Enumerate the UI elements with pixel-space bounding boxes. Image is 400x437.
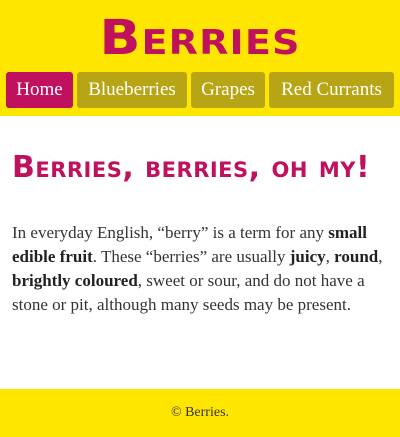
nav-item-blueberries[interactable]: Blueberries bbox=[77, 72, 187, 108]
intro-text: In everyday English, “berry” is a term f… bbox=[12, 223, 329, 242]
intro-text: . These “berries” are usually bbox=[92, 247, 290, 266]
nav-item-grapes[interactable]: Grapes bbox=[191, 72, 265, 108]
intro-text: , bbox=[325, 247, 335, 266]
site-footer: © Berries. bbox=[0, 389, 400, 437]
intro-bold-text: juicy bbox=[289, 247, 326, 266]
intro-bold-text: brightly coloured bbox=[12, 271, 138, 290]
nav-item-red-currants[interactable]: Red Currants bbox=[269, 72, 394, 108]
footer-copyright: © Berries. bbox=[170, 405, 230, 420]
page-heading: Berries, berries, oh my! bbox=[12, 150, 371, 185]
main-nav: Home Blueberries Grapes Red Currants bbox=[0, 72, 400, 108]
site-title: Berries bbox=[99, 10, 301, 66]
intro-paragraph: In everyday English, “berry” is a term f… bbox=[12, 221, 388, 317]
intro-text: , bbox=[378, 247, 383, 266]
main-content: Berries, berries, oh my! In everyday Eng… bbox=[12, 116, 388, 317]
intro-bold-text: round bbox=[334, 247, 379, 266]
site-header: Berries Home Blueberries Grapes Red Curr… bbox=[0, 0, 400, 116]
nav-item-home[interactable]: Home bbox=[6, 72, 73, 108]
